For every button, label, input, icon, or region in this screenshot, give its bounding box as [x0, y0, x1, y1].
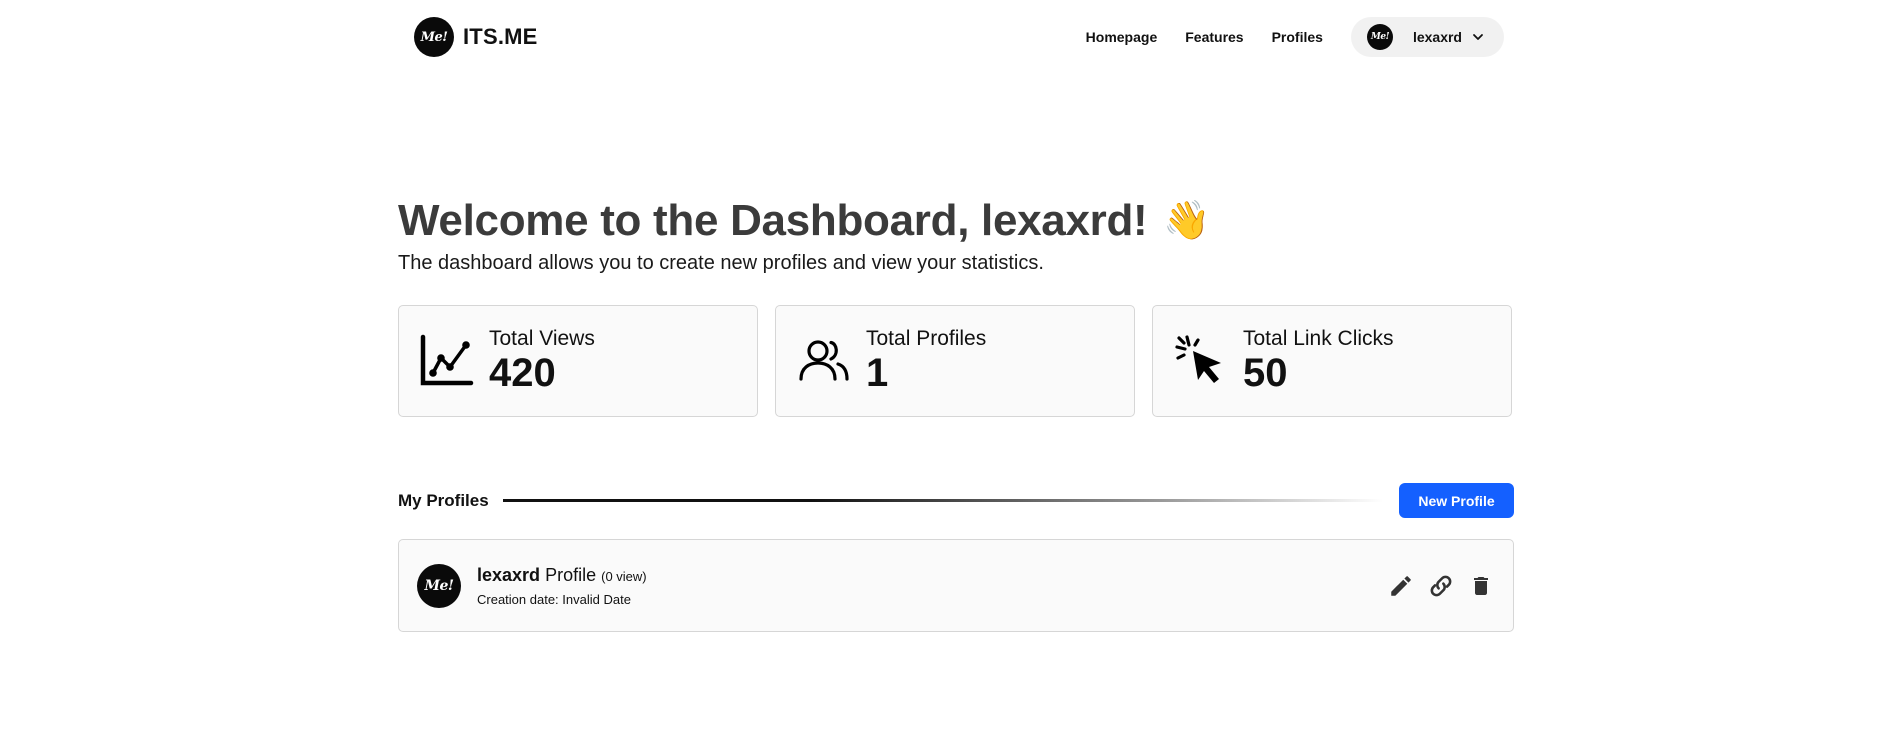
chart-line-icon	[420, 334, 474, 386]
stat-value: 420	[489, 351, 556, 395]
profile-views: (0 view)	[601, 568, 647, 584]
copy-link-button[interactable]	[1427, 572, 1455, 600]
nav-link-profiles[interactable]: Profiles	[1272, 29, 1323, 45]
chevron-down-icon	[1473, 34, 1483, 40]
link-icon	[1430, 575, 1452, 596]
stat-card-profiles: Total Profiles 1	[775, 305, 1135, 417]
profile-title: lexaxrd Profile (0 view)	[477, 565, 647, 586]
nav-link-features[interactable]: Features	[1185, 29, 1243, 45]
stat-label: Total Profiles	[866, 327, 987, 350]
stat-text: Total Profiles 1	[866, 327, 986, 395]
trash-icon	[1474, 576, 1488, 595]
page-subtitle: The dashboard allows you to create new p…	[398, 252, 1044, 274]
section-divider	[502, 499, 1383, 502]
profile-actions	[1387, 572, 1495, 600]
brand-link[interactable]: Me! ITS.ME	[414, 17, 538, 57]
edit-profile-button[interactable]	[1387, 572, 1415, 600]
cursor-click-icon	[1175, 335, 1221, 383]
user-menu-button[interactable]: Me! lexaxrd	[1350, 17, 1504, 57]
stat-text: Total Link Clicks 50	[1243, 327, 1394, 395]
stat-label: Total Link Clicks	[1243, 327, 1394, 350]
profile-info: lexaxrd Profile (0 view) Creation date: …	[477, 565, 647, 607]
stats-row: Total Views 420 Total Profiles 1 Total L…	[398, 305, 1512, 417]
brand-name: ITS.ME	[463, 24, 538, 49]
users-icon	[799, 340, 849, 381]
page-title-text: Welcome to the Dashboard, lexaxrd!	[398, 196, 1148, 245]
stat-value: 50	[1243, 351, 1288, 395]
stat-text: Total Views 420	[489, 327, 595, 395]
stat-card-clicks: Total Link Clicks 50	[1152, 305, 1512, 417]
brand-logo: Me!	[414, 17, 454, 57]
user-name: lexaxrd	[1412, 29, 1462, 45]
navbar: Me! ITS.ME Homepage Features Profiles Me…	[414, 14, 1504, 60]
delete-profile-button[interactable]	[1467, 572, 1495, 600]
profile-card: Me! lexaxrd Profile (0 view) Creation da…	[398, 539, 1514, 632]
section-title: My Profiles	[398, 490, 489, 510]
profile-name: lexaxrd	[477, 564, 541, 585]
nav-menu: Homepage Features Profiles Me! lexaxrd	[1086, 17, 1504, 57]
stat-card-views: Total Views 420	[398, 305, 758, 417]
pencil-icon	[1391, 575, 1411, 596]
page: Me! ITS.ME Homepage Features Profiles Me…	[0, 0, 1902, 754]
profile-suffix: Profile	[545, 564, 597, 585]
profiles-section-header: My Profiles New Profile	[398, 483, 1514, 518]
user-avatar: Me!	[1366, 24, 1393, 50]
new-profile-button[interactable]: New Profile	[1399, 483, 1514, 518]
profile-avatar: Me!	[417, 563, 461, 608]
stat-label: Total Views	[489, 327, 595, 350]
waving-hand-emoji: 👋	[1163, 200, 1211, 242]
page-title: Welcome to the Dashboard, lexaxrd! 👋	[398, 196, 1211, 246]
nav-link-homepage[interactable]: Homepage	[1086, 29, 1158, 45]
profile-creation-date: Creation date: Invalid Date	[477, 591, 631, 607]
stat-value: 1	[866, 351, 889, 395]
